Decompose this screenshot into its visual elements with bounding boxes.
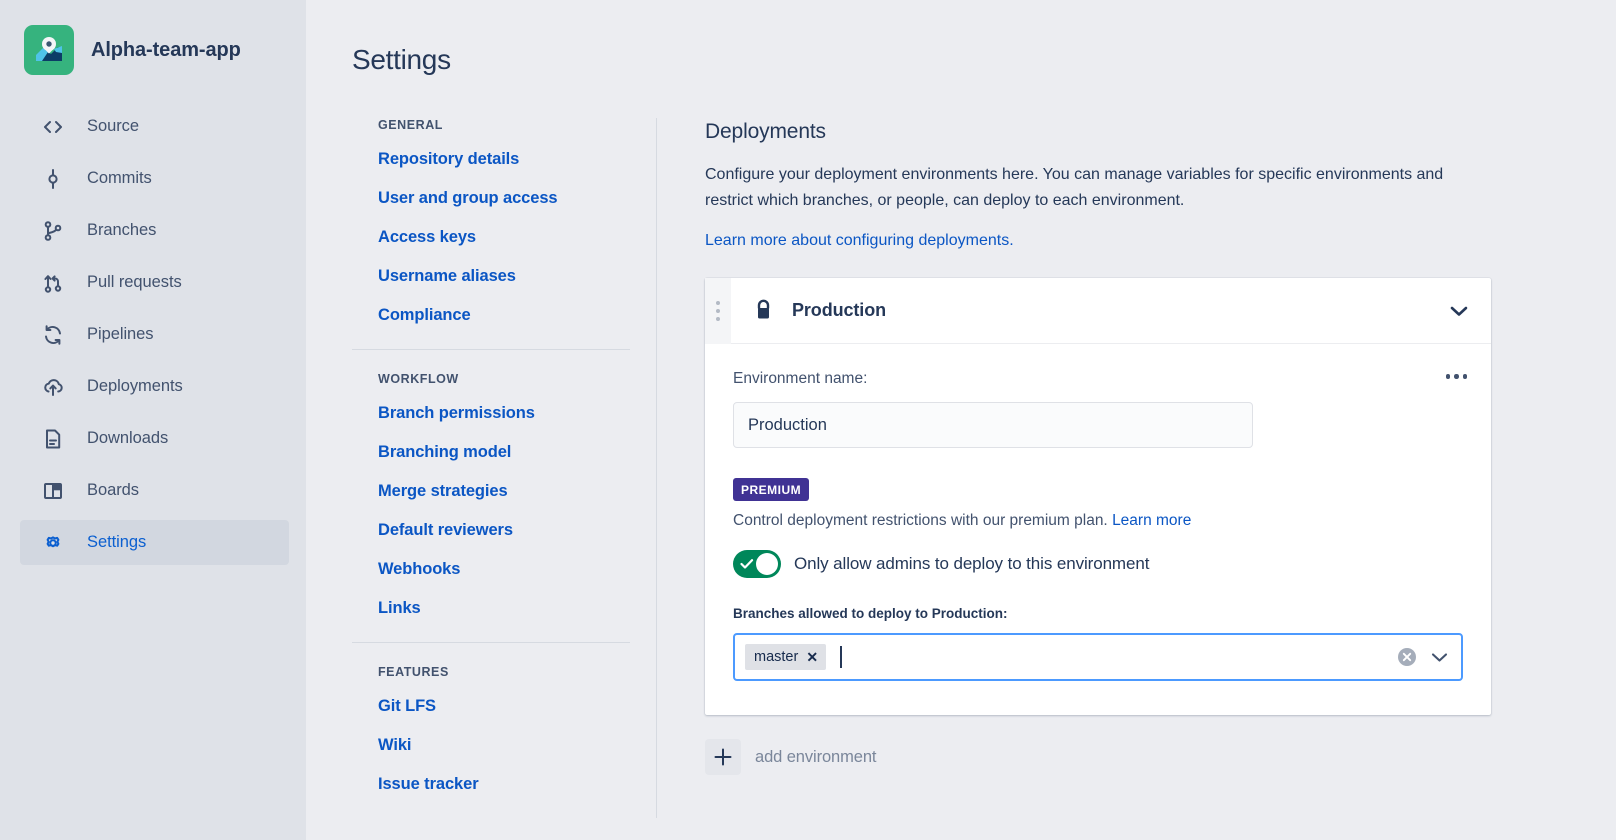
settings-link-default-reviewers[interactable]: Default reviewers — [378, 521, 630, 540]
sidebar-item-label: Pull requests — [87, 273, 182, 291]
settings-link-git-lfs[interactable]: Git LFS — [378, 697, 630, 716]
settings-group-title: FEATURES — [378, 665, 449, 679]
drag-handle-icon[interactable] — [705, 277, 731, 344]
branches-icon — [41, 219, 65, 243]
settings-group-title: WORKFLOW — [378, 372, 459, 386]
multiselect-actions — [1397, 647, 1449, 667]
repository-header[interactable]: Alpha-team-app — [0, 22, 306, 78]
admin-deploy-toggle-row: Only allow admins to deploy to this envi… — [733, 550, 1463, 578]
gear-icon — [41, 531, 65, 555]
chevron-down-icon[interactable] — [1430, 651, 1449, 663]
admin-deploy-toggle[interactable] — [733, 550, 781, 578]
environment-name-label: Environment name: — [733, 370, 868, 387]
settings-link-username-aliases[interactable]: Username aliases — [378, 267, 630, 286]
sidebar-item-label: Pipelines — [87, 325, 154, 343]
toggle-knob — [756, 553, 778, 575]
chevron-down-icon[interactable] — [1449, 304, 1469, 317]
deployments-panel: Deployments Configure your deployment en… — [657, 118, 1616, 775]
pipelines-icon — [41, 323, 65, 347]
sidebar-item-boards[interactable]: Boards — [20, 468, 289, 513]
settings-link-branch-permissions[interactable]: Branch permissions — [378, 404, 630, 423]
environment-name-input[interactable] — [733, 402, 1253, 448]
sidebar-item-label: Settings — [87, 533, 147, 551]
settings-group-workflow: WORKFLOW Branch permissions Branching mo… — [352, 372, 630, 618]
sidebar-item-label: Downloads — [87, 429, 169, 447]
environment-card-production: Production Environment name: Production … — [705, 277, 1491, 715]
settings-link-branching-model[interactable]: Branching model — [378, 443, 630, 462]
environment-title: Production — [792, 300, 886, 320]
map-pin-avatar — [24, 25, 74, 75]
sidebar-item-label: Boards — [87, 481, 139, 499]
sidebar-item-settings[interactable]: Settings — [20, 520, 289, 565]
sidebar-item-branches[interactable]: Branches — [20, 208, 289, 253]
plus-icon — [705, 739, 741, 775]
section-title: Deployments — [705, 120, 826, 143]
settings-link-webhooks[interactable]: Webhooks — [378, 560, 630, 579]
premium-learn-more-link[interactable]: Learn more — [1112, 512, 1191, 529]
settings-link-wiki[interactable]: Wiki — [378, 736, 630, 755]
sidebar-item-pull-requests[interactable]: Pull requests — [20, 260, 289, 305]
settings-link-issue-tracker[interactable]: Issue tracker — [378, 775, 630, 794]
settings-link-repository-details[interactable]: Repository details — [378, 150, 630, 169]
sidebar-item-label: Deployments — [87, 377, 183, 395]
sidebar-item-commits[interactable]: Commits — [20, 156, 289, 201]
section-description: Configure your deployment environments h… — [705, 166, 1444, 209]
sidebar-item-pipelines[interactable]: Pipelines — [20, 312, 289, 357]
settings-link-compliance[interactable]: Compliance — [378, 306, 630, 325]
settings-link-merge-strategies[interactable]: Merge strategies — [378, 482, 630, 501]
main-content: Settings GENERAL Repository details User… — [306, 0, 1616, 840]
sidebar-item-source[interactable]: Source — [20, 104, 289, 149]
premium-description-text: Control deployment restrictions with our… — [733, 512, 1108, 529]
branch-tag-label: master — [754, 649, 799, 665]
text-cursor — [840, 646, 842, 668]
page-title: Settings — [352, 44, 451, 75]
add-environment-button[interactable]: add environment — [705, 739, 877, 775]
settings-link-access-keys[interactable]: Access keys — [378, 228, 630, 247]
settings-group-divider — [352, 642, 630, 643]
app-root: Alpha-team-app Source Commits Branches P… — [0, 0, 1616, 840]
lock-icon — [753, 299, 774, 322]
more-horizontal-icon[interactable] — [1444, 368, 1470, 385]
settings-columns: GENERAL Repository details User and grou… — [352, 118, 1616, 818]
branches-allowed-label: Branches allowed to deploy to Production… — [733, 606, 1008, 621]
pull-request-icon — [41, 271, 65, 295]
premium-description: Control deployment restrictions with our… — [733, 512, 1463, 530]
environment-card-body: Environment name: PREMIUM Control deploy… — [705, 344, 1491, 715]
check-icon — [740, 558, 754, 570]
environment-card-header[interactable]: Production — [705, 277, 1491, 344]
admin-deploy-toggle-label: Only allow admins to deploy to this envi… — [794, 554, 1150, 573]
branch-tag-master: master ✕ — [745, 644, 827, 670]
remove-tag-icon[interactable]: ✕ — [806, 650, 818, 664]
settings-group-title: GENERAL — [378, 118, 443, 132]
repository-sidebar: Alpha-team-app Source Commits Branches P… — [0, 0, 306, 840]
sidebar-nav: Source Commits Branches Pull requests Pi… — [0, 104, 306, 565]
deployments-icon — [41, 375, 65, 399]
boards-icon — [41, 479, 65, 503]
settings-group-features: FEATURES Git LFS Wiki Issue tracker — [352, 665, 630, 794]
settings-nav-column: GENERAL Repository details User and grou… — [352, 118, 657, 818]
learn-more-deployments-link[interactable]: Learn more about configuring deployments… — [705, 232, 1014, 250]
sidebar-item-label: Branches — [87, 221, 157, 239]
settings-group-general: GENERAL Repository details User and grou… — [352, 118, 630, 325]
branches-multiselect[interactable]: master ✕ — [733, 633, 1463, 681]
sidebar-item-deployments[interactable]: Deployments — [20, 364, 289, 409]
sidebar-item-label: Commits — [87, 169, 152, 187]
sidebar-item-label: Source — [87, 117, 139, 135]
clear-circle-icon[interactable] — [1397, 647, 1417, 667]
settings-link-user-and-group-access[interactable]: User and group access — [378, 189, 630, 208]
downloads-icon — [41, 427, 65, 451]
settings-group-divider — [352, 349, 630, 350]
add-environment-label: add environment — [755, 747, 877, 766]
premium-badge: PREMIUM — [733, 478, 810, 501]
sidebar-item-downloads[interactable]: Downloads — [20, 416, 289, 461]
repository-name: Alpha-team-app — [91, 38, 241, 61]
settings-link-links[interactable]: Links — [378, 599, 630, 618]
source-code-icon — [41, 115, 65, 139]
commits-icon — [41, 167, 65, 191]
